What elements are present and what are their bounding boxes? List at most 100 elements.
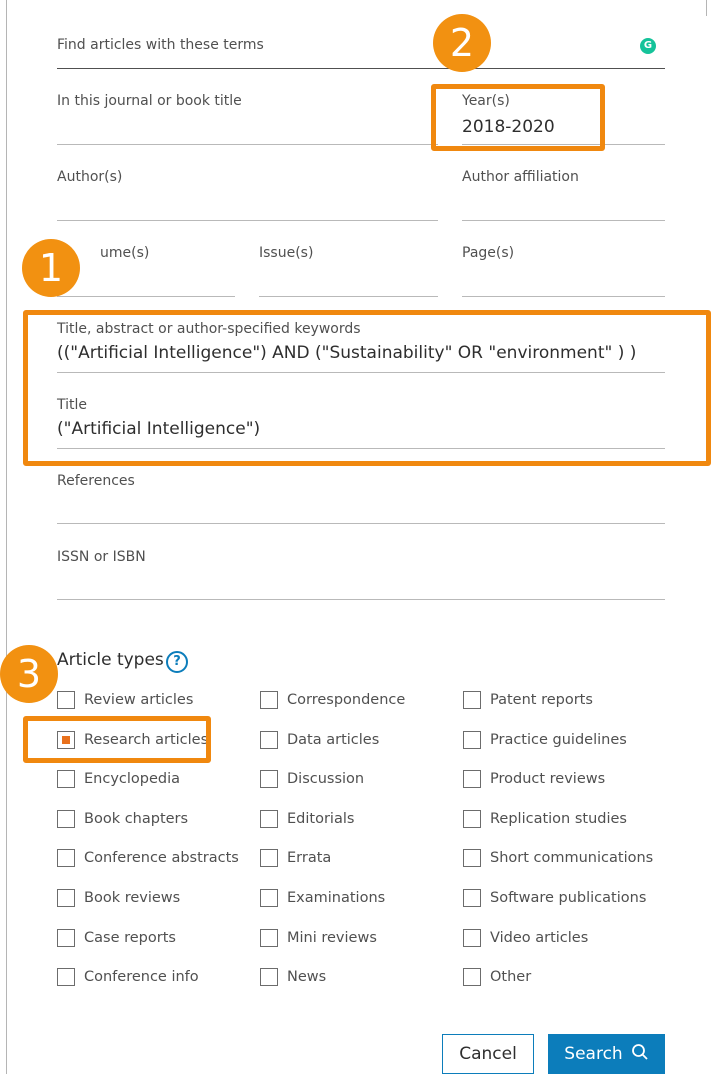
checkbox-label: Software publications [490, 890, 647, 906]
checkbox-box[interactable] [260, 810, 278, 828]
checkbox-box[interactable] [463, 810, 481, 828]
article-type-checkbox[interactable]: Software publications [463, 889, 646, 907]
terms-field[interactable]: Find articles with these terms [57, 36, 665, 69]
year-highlight-box [431, 84, 605, 151]
issn-underline [57, 599, 665, 600]
cancel-button[interactable]: Cancel [442, 1034, 534, 1074]
checkbox-box[interactable] [57, 770, 75, 788]
issn-field[interactable]: ISSN or ISBN [57, 548, 665, 600]
checkbox-label: Mini reviews [287, 930, 377, 946]
volume-field[interactable]: ume(s) [57, 244, 235, 297]
checkbox-label: Short communications [490, 850, 654, 866]
grammarly-icon[interactable]: G [640, 38, 656, 54]
article-type-checkbox[interactable]: Book reviews [57, 889, 180, 907]
article-types-title: Article types [57, 650, 164, 670]
checkbox-box[interactable] [463, 968, 481, 986]
checkbox-box[interactable] [463, 691, 481, 709]
volume-label: ume(s) [100, 245, 150, 261]
article-type-checkbox[interactable]: Examinations [260, 889, 385, 907]
checkbox-box[interactable] [260, 849, 278, 867]
checkbox-box[interactable] [260, 770, 278, 788]
references-label: References [57, 473, 135, 489]
checkbox-box[interactable] [463, 929, 481, 947]
checkbox-label: Book chapters [84, 811, 189, 827]
annotation-badge-1: 1 [22, 239, 80, 297]
journal-field[interactable]: In this journal or book title [57, 92, 438, 145]
pages-label: Page(s) [462, 245, 515, 261]
panel-border-right [706, 0, 707, 16]
article-type-checkbox[interactable]: Mini reviews [260, 929, 377, 947]
references-underline [57, 523, 665, 524]
checkbox-label: Encyclopedia [84, 771, 181, 787]
terms-label: Find articles with these terms [57, 37, 264, 53]
journal-underline [57, 144, 438, 145]
article-type-highlight-box [23, 716, 211, 763]
checkbox-label: Examinations [287, 890, 386, 906]
pages-field[interactable]: Page(s) [462, 244, 665, 297]
checkbox-label: News [287, 969, 327, 985]
author-underline [57, 220, 438, 221]
issn-label: ISSN or ISBN [57, 549, 146, 565]
cancel-label: Cancel [459, 1044, 517, 1064]
checkbox-label: Replication studies [490, 811, 627, 827]
article-type-checkbox[interactable]: Conference info [57, 968, 199, 986]
pages-underline [462, 296, 665, 297]
article-type-checkbox[interactable]: Practice guidelines [463, 731, 627, 749]
affiliation-label: Author affiliation [462, 169, 579, 185]
article-type-checkbox[interactable]: Video articles [463, 929, 588, 947]
article-type-checkbox[interactable]: Product reviews [463, 770, 605, 788]
article-type-checkbox[interactable]: Other [463, 968, 531, 986]
checkbox-box[interactable] [57, 929, 75, 947]
checkbox-box[interactable] [57, 889, 75, 907]
volume-underline [57, 296, 235, 297]
search-icon [631, 1043, 649, 1066]
article-type-checkbox[interactable]: Correspondence [260, 691, 405, 709]
checkbox-label: Practice guidelines [490, 732, 627, 748]
article-type-checkbox[interactable]: Book chapters [57, 810, 188, 828]
search-button[interactable]: Search [548, 1034, 665, 1074]
issue-label: Issue(s) [259, 245, 314, 261]
checkbox-box[interactable] [463, 889, 481, 907]
checkbox-label: Errata [287, 850, 332, 866]
article-type-checkbox[interactable]: Replication studies [463, 810, 627, 828]
issue-field[interactable]: Issue(s) [259, 244, 438, 297]
article-type-checkbox[interactable]: News [260, 968, 326, 986]
checkbox-box[interactable] [260, 968, 278, 986]
article-type-checkbox[interactable]: Case reports [57, 929, 176, 947]
article-type-checkbox[interactable]: Data articles [260, 731, 379, 749]
article-type-checkbox[interactable]: Errata [260, 849, 331, 867]
issue-underline [259, 296, 438, 297]
checkbox-box[interactable] [463, 849, 481, 867]
checkbox-box[interactable] [57, 691, 75, 709]
article-type-checkbox[interactable]: Encyclopedia [57, 770, 180, 788]
search-label: Search [564, 1044, 623, 1064]
checkbox-box[interactable] [57, 810, 75, 828]
checkbox-box[interactable] [260, 691, 278, 709]
author-field[interactable]: Author(s) [57, 168, 438, 221]
checkbox-label: Editorials [287, 811, 355, 827]
help-icon[interactable]: ? [166, 651, 188, 673]
article-type-checkbox[interactable]: Discussion [260, 770, 364, 788]
article-type-checkbox[interactable]: Patent reports [463, 691, 593, 709]
checkbox-box[interactable] [463, 731, 481, 749]
checkbox-box[interactable] [260, 889, 278, 907]
checkbox-box[interactable] [260, 929, 278, 947]
checkbox-box[interactable] [260, 731, 278, 749]
checkbox-box[interactable] [57, 968, 75, 986]
checkbox-label: Review articles [84, 692, 194, 708]
checkbox-box[interactable] [57, 849, 75, 867]
checkbox-label: Data articles [287, 732, 380, 748]
affiliation-field[interactable]: Author affiliation [462, 168, 665, 221]
checkbox-label: Product reviews [490, 771, 606, 787]
references-field[interactable]: References [57, 472, 665, 524]
checkbox-label: Book reviews [84, 890, 181, 906]
article-type-checkbox[interactable]: Short communications [463, 849, 653, 867]
article-type-checkbox[interactable]: Review articles [57, 691, 193, 709]
checkbox-box[interactable] [463, 770, 481, 788]
checkbox-label: Patent reports [490, 692, 593, 708]
article-type-checkbox[interactable]: Conference abstracts [57, 849, 239, 867]
checkbox-label: Other [490, 969, 532, 985]
checkbox-label: Conference abstracts [84, 850, 239, 866]
article-type-checkbox[interactable]: Editorials [260, 810, 354, 828]
journal-label: In this journal or book title [57, 93, 242, 109]
